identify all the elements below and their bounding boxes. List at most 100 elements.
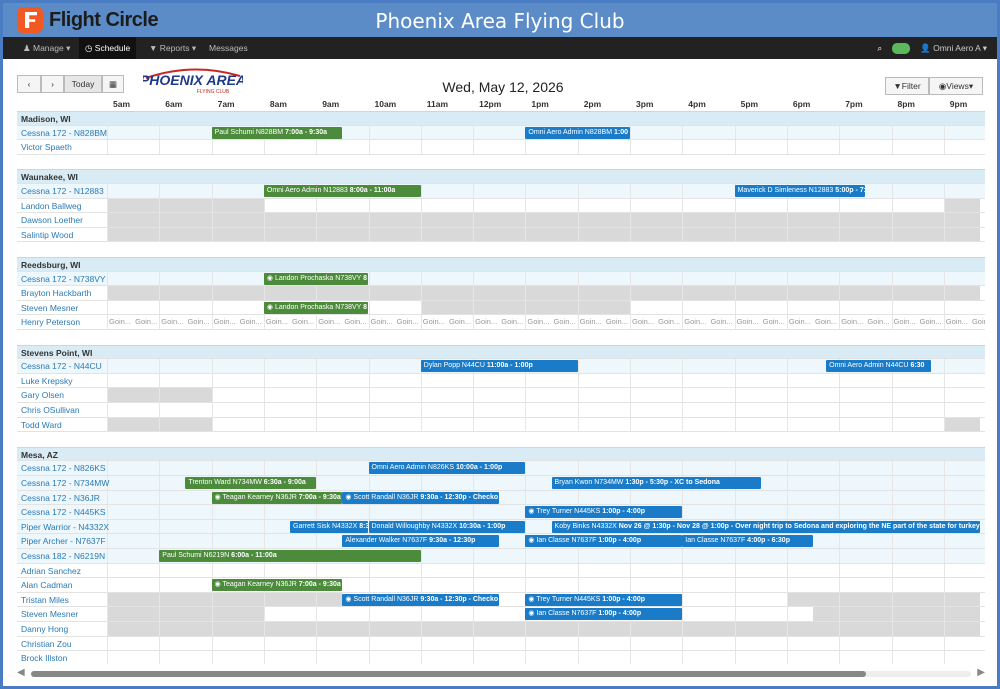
instructor-row[interactable]: Danny Hong: [17, 622, 985, 637]
resource-name[interactable]: Steven Mesner: [21, 609, 78, 619]
reservation-block[interactable]: ◉ Landon Prochaska N738VY 8: [263, 301, 369, 314]
resource-name[interactable]: Alan Cadman: [21, 580, 73, 590]
reservation-block[interactable]: Omni Aero Admin N826KS 10:00a - 1:00p: [368, 462, 526, 475]
reservation-block[interactable]: ◉ Teagan Kearney N36JR 7:00a - 9:30a: [211, 579, 343, 592]
time-cells[interactable]: [107, 227, 985, 242]
time-cells[interactable]: ◉ Teagan Kearney N36JR 7:00a - 9:30a ◉ Sc…: [107, 490, 985, 505]
reservation-block[interactable]: Omni Aero Admin N12883 8:00a - 11:00a: [263, 185, 421, 197]
time-cells[interactable]: Goin... Goin... Goin... Goin... Goin... Goin.…: [107, 315, 985, 329]
filter-button[interactable]: ▼ Filter: [885, 77, 929, 95]
nav-schedule[interactable]: ◷ Schedule: [79, 37, 137, 59]
resource-name[interactable]: Cessna 172 - N828BM: [21, 128, 107, 138]
time-cells[interactable]: [107, 622, 985, 636]
time-cells[interactable]: Garrett Sisk N4332X 8:3 Donald Willoughby…: [107, 519, 985, 534]
time-cells[interactable]: ◉ Trey Turner N445KS 1:00p - 4:00p: [107, 505, 985, 519]
instructor-row[interactable]: Todd Ward: [17, 417, 985, 433]
resource-name[interactable]: Landon Ballweg: [21, 201, 82, 211]
time-cells[interactable]: [107, 388, 985, 402]
reservation-block[interactable]: Donald Willoughby N4332X 10:30a - 1:00p: [368, 520, 526, 533]
reservation-block[interactable]: ◉ Scott Randall N36JR 9:30a - 12:30p - C…: [342, 491, 500, 504]
time-cells[interactable]: Omni Aero Admin N826KS 10:00a - 1:00p: [107, 461, 985, 475]
user-menu[interactable]: 👤 Omni Aero A ▾: [920, 43, 987, 54]
views-button[interactable]: ◉ Views ▾: [929, 77, 983, 95]
time-cells[interactable]: [107, 563, 985, 578]
resource-name[interactable]: Tristan Miles: [21, 595, 69, 605]
instructor-row[interactable]: Salintip Wood: [17, 227, 985, 243]
today-button[interactable]: Today: [64, 75, 102, 93]
time-cells[interactable]: [107, 636, 985, 651]
resource-name[interactable]: Steven Mesner: [21, 303, 78, 313]
search-icon[interactable]: ⌕: [877, 43, 882, 54]
time-cells[interactable]: [107, 286, 985, 300]
resource-name[interactable]: Cessna 172 - N12883: [21, 186, 104, 196]
instructor-row[interactable]: Christian Zou: [17, 636, 985, 652]
reservation-block[interactable]: Maverick D Simleness N12883 5:00p - 7:: [734, 185, 866, 197]
resource-name[interactable]: Salintip Wood: [21, 230, 73, 240]
reservation-block[interactable]: Koby Binks N4332X Nov 26 @ 1:30p - Nov 2…: [551, 520, 981, 533]
time-cells[interactable]: ◉ Landon Prochaska N738VY 8: [107, 300, 985, 315]
time-cells[interactable]: [107, 213, 985, 227]
resource-name[interactable]: Piper Archer - N7637F: [21, 536, 106, 546]
time-cells[interactable]: Paul Schumi N828BM 7:00a - 9:30a Omni Aer…: [107, 125, 985, 140]
instructor-row[interactable]: ◉ Scott Randall N36JR 9:30a - 12:30p - C…: [17, 592, 985, 608]
resource-name[interactable]: Cessna 182 - N6219N: [21, 551, 105, 561]
aircraft-row[interactable]: ◉ Landon Prochaska N738VY 8 Cessna 172 - …: [17, 271, 985, 287]
scroll-left-icon[interactable]: ◀: [17, 667, 25, 678]
resource-name[interactable]: Danny Hong: [21, 624, 68, 634]
resource-name[interactable]: Brayton Hackbarth: [21, 288, 91, 298]
reservation-block[interactable]: Paul Schumi N6219N 6:00a - 11:00a: [159, 550, 421, 562]
reservation-block[interactable]: Garrett Sisk N4332X 8:3: [290, 520, 369, 533]
time-cells[interactable]: ◉ Teagan Kearney N36JR 7:00a - 9:30a: [107, 578, 985, 592]
scroll-thumb[interactable]: [31, 671, 866, 677]
resource-name[interactable]: Henry Peterson: [21, 317, 80, 327]
time-cells[interactable]: [107, 140, 985, 154]
reservation-block[interactable]: Omni Aero Admin N828BM 1:00: [525, 126, 630, 139]
time-cells[interactable]: [107, 417, 985, 432]
aircraft-row[interactable]: Paul Schumi N828BM 7:00a - 9:30a Omni Aer…: [17, 125, 985, 141]
instructor-row[interactable]: Brayton Hackbarth: [17, 286, 985, 301]
time-cells[interactable]: [107, 373, 985, 388]
instructor-row[interactable]: ◉ Teagan Kearney N36JR 7:00a - 9:30a Alan…: [17, 578, 985, 593]
reservation-block[interactable]: ◉ Trey Turner N445KS 1:00p - 4:00p: [525, 506, 683, 519]
time-cells[interactable]: Paul Schumi N6219N 6:00a - 11:00a: [107, 549, 985, 563]
time-cells[interactable]: Dylan Popp N44CU 11:00a - 1:00p Omni Aero…: [107, 359, 985, 373]
resource-name[interactable]: Chris OSullivan: [21, 405, 80, 415]
time-cells[interactable]: [107, 198, 985, 213]
resource-name[interactable]: Cessna 172 - N826KS: [21, 463, 106, 473]
aircraft-row[interactable]: ◉ Teagan Kearney N36JR 7:00a - 9:30a ◉ Sc…: [17, 490, 985, 506]
instructor-row[interactable]: ◉ Landon Prochaska N738VY 8 Steven Mesner: [17, 300, 985, 316]
aircraft-row[interactable]: Trenton Ward N734MW 6:30a - 9:00a Bryan K…: [17, 476, 985, 491]
reservation-block[interactable]: ◉ Trey Turner N445KS 1:00p - 4:00p: [525, 593, 683, 606]
instructor-row[interactable]: Chris OSullivan: [17, 403, 985, 418]
reservation-block[interactable]: Ian Classe N7637F 4:00p - 6:30p: [682, 535, 814, 548]
resource-name[interactable]: Brock Illston: [21, 653, 67, 663]
resource-name[interactable]: Cessna 172 - N738VY: [21, 274, 106, 284]
time-cells[interactable]: [107, 403, 985, 417]
next-day-button[interactable]: ›: [41, 75, 64, 93]
resource-name[interactable]: Cessna 172 - N36JR: [21, 493, 100, 503]
reservation-block[interactable]: Omni Aero Admin N44CU 6:30: [826, 360, 931, 373]
instructor-row[interactable]: Gary Olsen: [17, 388, 985, 403]
resource-name[interactable]: Todd Ward: [21, 420, 62, 430]
nav-manage[interactable]: ♟ Manage ▾: [17, 37, 76, 59]
time-cells[interactable]: ◉ Scott Randall N36JR 9:30a - 12:30p - C…: [107, 592, 985, 607]
instructor-row[interactable]: Luke Krepsky: [17, 373, 985, 389]
time-cells[interactable]: Trenton Ward N734MW 6:30a - 9:00a Bryan K…: [107, 476, 985, 490]
nav-messages[interactable]: Messages: [203, 37, 254, 59]
reservation-block[interactable]: ◉ Scott Randall N36JR 9:30a - 12:30p - C…: [342, 593, 500, 606]
time-cells[interactable]: Alexander Walker N7637F 9:30a - 12:30p ◉ …: [107, 534, 985, 548]
instructor-row[interactable]: Goin... Goin... Goin... Goin... Goin... Goin.…: [17, 315, 985, 330]
instructor-row[interactable]: ◉ Ian Classe N7637F 1:00p - 4:00p Steven …: [17, 607, 985, 622]
instructor-row[interactable]: Landon Ballweg: [17, 198, 985, 214]
reservation-block[interactable]: Trenton Ward N734MW 6:30a - 9:00a: [185, 477, 317, 489]
aircraft-row[interactable]: Paul Schumi N6219N 6:00a - 11:00a Cessna …: [17, 549, 985, 564]
calendar-icon[interactable]: ▦: [102, 75, 124, 93]
instructor-row[interactable]: Brock Illston: [17, 651, 985, 664]
resource-name[interactable]: Cessna 172 - N734MW: [21, 478, 109, 488]
horizontal-scrollbar[interactable]: ◀ ▶: [17, 667, 985, 681]
instructor-row[interactable]: Adrian Sanchez: [17, 563, 985, 579]
aircraft-row[interactable]: ◉ Trey Turner N445KS 1:00p - 4:00p Cessna…: [17, 505, 985, 520]
reservation-block[interactable]: ◉ Landon Prochaska N738VY 8: [263, 272, 369, 285]
reservation-block[interactable]: Dylan Popp N44CU 11:00a - 1:00p: [420, 360, 578, 373]
time-cells[interactable]: ◉ Ian Classe N7637F 1:00p - 4:00p: [107, 607, 985, 621]
